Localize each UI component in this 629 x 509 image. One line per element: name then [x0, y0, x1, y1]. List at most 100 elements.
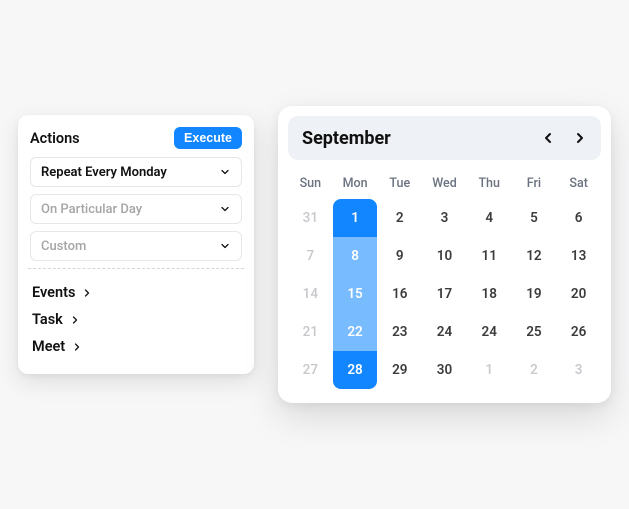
day-cell[interactable]: 1 [470, 351, 508, 389]
select-1[interactable]: On Particular Day [30, 194, 242, 224]
dow-cell: Sun [288, 170, 333, 199]
calendar-prev-button[interactable] [539, 129, 557, 147]
actions-card: Actions Execute Repeat Every Monday On Pa… [18, 115, 254, 374]
day-cell[interactable]: 3 [425, 199, 463, 237]
day-cell[interactable]: 10 [425, 237, 463, 275]
dow-cell: Mon [333, 170, 378, 199]
day-cell[interactable]: 5 [515, 199, 553, 237]
day-cell[interactable]: 1 [333, 199, 378, 237]
day-cell[interactable]: 26 [560, 313, 598, 351]
day-cell[interactable]: 21 [291, 313, 329, 351]
day-cell-wrap: 11 [467, 237, 512, 275]
day-cell[interactable]: 13 [560, 237, 598, 275]
day-cell[interactable]: 31 [291, 199, 329, 237]
day-cell-wrap: 30 [422, 351, 467, 389]
dow-cell: Wed [422, 170, 467, 199]
chevron-down-icon [219, 203, 231, 215]
day-cell[interactable]: 23 [381, 313, 419, 351]
day-cell[interactable]: 17 [425, 275, 463, 313]
select-label: On Particular Day [41, 202, 142, 217]
dow-cell: Sat [556, 170, 601, 199]
day-cell-wrap: 5 [512, 199, 557, 237]
day-cell-wrap: 26 [556, 313, 601, 351]
day-cell-wrap: 2 [377, 199, 422, 237]
day-cell[interactable]: 28 [333, 351, 378, 389]
calendar-days-grid: 3112345678910111213141516171819202122232… [288, 199, 601, 389]
chevron-down-icon [219, 240, 231, 252]
chevron-left-icon [540, 130, 556, 146]
calendar-header: September [288, 116, 601, 160]
day-cell-wrap: 23 [377, 313, 422, 351]
calendar-month-label: September [302, 128, 391, 149]
day-cell-wrap: 29 [377, 351, 422, 389]
link-task[interactable]: Task [30, 306, 242, 333]
day-cell[interactable]: 24 [425, 313, 463, 351]
day-cell-wrap: 9 [377, 237, 422, 275]
calendar-nav-group [539, 129, 589, 147]
day-cell[interactable]: 12 [515, 237, 553, 275]
day-cell-wrap: 24 [467, 313, 512, 351]
day-cell[interactable]: 16 [381, 275, 419, 313]
day-cell-wrap: 12 [512, 237, 557, 275]
day-cell-wrap: 21 [288, 313, 333, 351]
day-cell[interactable]: 2 [515, 351, 553, 389]
day-cell-wrap: 20 [556, 275, 601, 313]
divider [28, 268, 244, 269]
execute-button[interactable]: Execute [174, 127, 242, 149]
dow-cell: Fri [512, 170, 557, 199]
day-cell-wrap: 16 [377, 275, 422, 313]
day-cell-wrap: 28 [333, 351, 378, 389]
day-cell[interactable]: 20 [560, 275, 598, 313]
calendar-dow-row: SunMonTueWedThuFriSat [288, 170, 601, 199]
day-cell-wrap: 27 [288, 351, 333, 389]
select-label: Repeat Every Monday [41, 165, 167, 180]
day-cell-wrap: 10 [422, 237, 467, 275]
chevron-right-icon [69, 314, 81, 326]
select-2[interactable]: Custom [30, 231, 242, 261]
day-cell-wrap: 17 [422, 275, 467, 313]
day-cell-wrap: 24 [422, 313, 467, 351]
select-0[interactable]: Repeat Every Monday [30, 157, 242, 187]
link-events[interactable]: Events [30, 279, 242, 306]
link-meet[interactable]: Meet [30, 333, 242, 360]
day-cell[interactable]: 2 [381, 199, 419, 237]
calendar-next-button[interactable] [571, 129, 589, 147]
day-cell-wrap: 19 [512, 275, 557, 313]
dow-cell: Tue [377, 170, 422, 199]
dow-cell: Thu [467, 170, 512, 199]
day-cell[interactable]: 15 [333, 275, 378, 313]
day-cell[interactable]: 6 [560, 199, 598, 237]
select-label: Custom [41, 239, 86, 254]
link-label: Events [32, 284, 75, 301]
day-cell[interactable]: 29 [381, 351, 419, 389]
actions-title: Actions [30, 130, 80, 147]
day-cell-wrap: 18 [467, 275, 512, 313]
day-cell-wrap: 1 [467, 351, 512, 389]
day-cell[interactable]: 24 [470, 313, 508, 351]
day-cell-wrap: 8 [333, 237, 378, 275]
day-cell[interactable]: 27 [291, 351, 329, 389]
day-cell-wrap: 1 [333, 199, 378, 237]
day-cell[interactable]: 11 [470, 237, 508, 275]
day-cell-wrap: 25 [512, 313, 557, 351]
day-cell-wrap: 31 [288, 199, 333, 237]
day-cell[interactable]: 3 [560, 351, 598, 389]
day-cell[interactable]: 18 [470, 275, 508, 313]
day-cell[interactable]: 7 [291, 237, 329, 275]
day-cell[interactable]: 22 [333, 313, 378, 351]
chevron-right-icon [81, 287, 93, 299]
day-cell[interactable]: 9 [381, 237, 419, 275]
day-cell[interactable]: 14 [291, 275, 329, 313]
chevron-right-icon [572, 130, 588, 146]
day-cell-wrap: 15 [333, 275, 378, 313]
day-cell-wrap: 22 [333, 313, 378, 351]
chevron-down-icon [219, 166, 231, 178]
day-cell-wrap: 6 [556, 199, 601, 237]
day-cell[interactable]: 19 [515, 275, 553, 313]
day-cell[interactable]: 4 [470, 199, 508, 237]
day-cell[interactable]: 8 [333, 237, 378, 275]
day-cell-wrap: 13 [556, 237, 601, 275]
day-cell[interactable]: 25 [515, 313, 553, 351]
actions-header: Actions Execute [30, 127, 242, 149]
day-cell[interactable]: 30 [425, 351, 463, 389]
